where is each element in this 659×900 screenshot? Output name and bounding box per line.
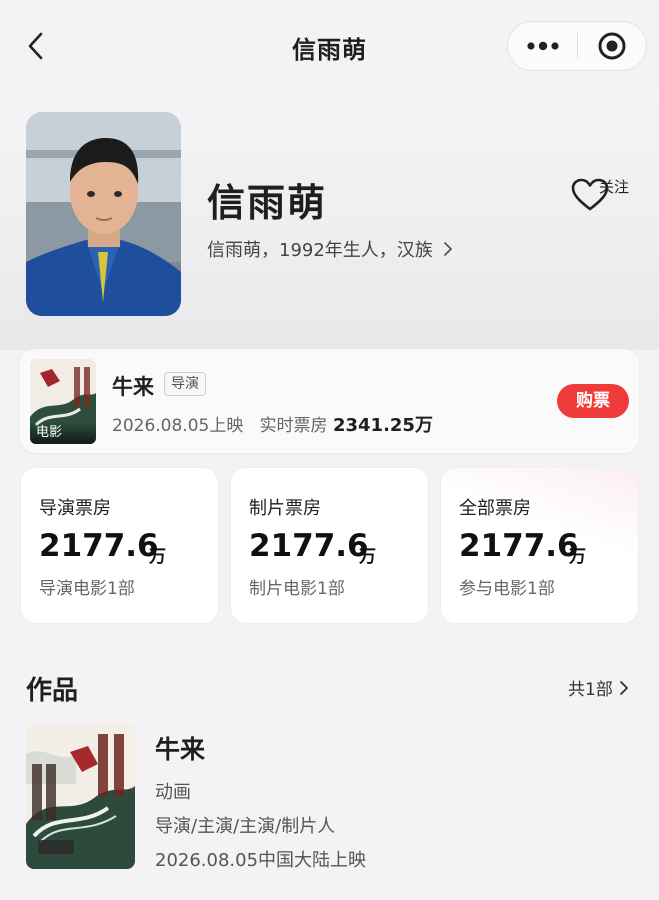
stat-card-all[interactable]: 全部票房 2177.6 万 参与电影1部: [440, 467, 639, 624]
works-section-title: 作品: [26, 676, 79, 706]
stat-unit: 万: [359, 547, 376, 567]
target-icon: [598, 32, 626, 60]
role-tag: 导演: [164, 372, 206, 396]
stat-subtitle: 导演电影1部: [39, 579, 135, 599]
chevron-right-icon: [443, 242, 452, 256]
works-count-link[interactable]: 共1部: [568, 675, 629, 700]
follow-button[interactable]: 关注: [570, 174, 636, 216]
stat-unit: 万: [569, 547, 586, 567]
movie-release-info: 2026.08.05上映 实时票房 2341.25万: [112, 411, 433, 437]
works-count: 共1部: [568, 680, 613, 700]
follow-label: 关注: [599, 178, 630, 196]
release-date: 2026.08.05上映: [112, 416, 244, 436]
work-type: 动画: [155, 782, 191, 803]
stat-subtitle: 制片电影1部: [249, 579, 345, 599]
stat-value: 2177.6: [39, 528, 159, 564]
movie-poster-thumb: 电影: [30, 359, 96, 444]
avatar[interactable]: [26, 112, 181, 316]
poster-artwork: [26, 724, 135, 869]
poster-type-tag: 电影: [30, 422, 96, 444]
work-roles: 导演/主演/主演/制片人: [155, 816, 336, 837]
more-button[interactable]: [508, 21, 577, 71]
avatar-photo: [26, 112, 181, 316]
person-name: 信雨萌: [207, 181, 328, 225]
stat-title: 导演票房: [39, 498, 111, 519]
stat-card-producer[interactable]: 制片票房 2177.6 万 制片电影1部: [230, 467, 429, 624]
work-poster[interactable]: [26, 724, 135, 869]
movie-title: 牛来: [112, 375, 154, 399]
work-release-date: 2026.08.05中国大陆上映: [155, 850, 367, 871]
stat-subtitle: 参与电影1部: [459, 579, 555, 599]
more-dots-icon: [526, 41, 559, 51]
person-description-link[interactable]: 信雨萌，1992年生人，汉族: [207, 236, 453, 262]
person-description: 信雨萌，1992年生人，汉族: [207, 240, 433, 261]
stat-card-director[interactable]: 导演票房 2177.6 万 导演电影1部: [20, 467, 219, 624]
close-mini-program-button[interactable]: [578, 21, 646, 71]
box-office-label: 实时票房: [259, 416, 328, 436]
current-movie-card[interactable]: 电影 牛来 导演 2026.08.05上映 实时票房 2341.25万 购票: [20, 349, 639, 453]
buy-ticket-button[interactable]: 购票: [557, 384, 629, 418]
work-title[interactable]: 牛来: [155, 730, 205, 766]
stat-title: 全部票房: [459, 498, 531, 519]
top-nav-bar: 信雨萌: [0, 0, 659, 88]
box-office-value: 2341.25万: [332, 415, 433, 436]
stat-value: 2177.6: [459, 528, 579, 564]
stat-value: 2177.6: [249, 528, 369, 564]
chevron-right-icon: [619, 680, 628, 695]
mini-program-capsule: [507, 21, 647, 71]
stat-title: 制片票房: [249, 498, 321, 519]
stat-unit: 万: [149, 547, 166, 567]
